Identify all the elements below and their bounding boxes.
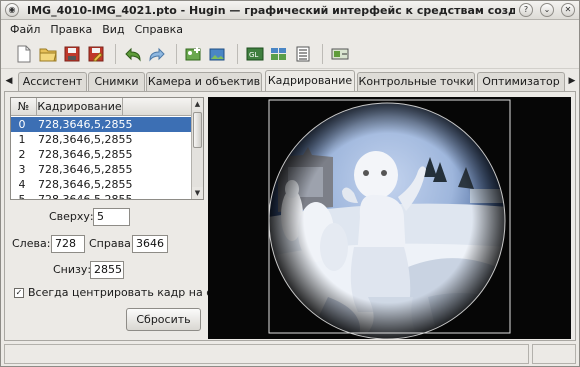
tab-images[interactable]: Снимки [88, 72, 145, 91]
list-item[interactable]: 0 728,3646,5,2855 [11, 117, 191, 132]
menu-file[interactable]: Файл [5, 23, 45, 36]
status-pane-main [4, 344, 529, 364]
checkmark-icon: ✓ [15, 288, 23, 297]
redo-button[interactable] [146, 43, 168, 65]
stitch-icon [331, 48, 349, 59]
column-crop-header[interactable]: Кадрирование [37, 98, 123, 116]
undo-icon [125, 47, 141, 62]
toolbar-separator [322, 43, 323, 64]
scroll-thumb[interactable] [193, 112, 202, 148]
title-bar: ◉ IMG_4010-IMG_4021.pto - Hugin — графич… [1, 1, 579, 20]
minimize-icon[interactable]: ⌄ [540, 3, 554, 17]
image-number: 3 [18, 163, 26, 176]
column-number-header[interactable]: № [11, 98, 37, 116]
crop-value: 728,3646,5,2855 [38, 133, 133, 146]
center-crop-checkbox[interactable]: ✓ [14, 288, 24, 298]
open-folder-icon [39, 48, 57, 61]
list-item[interactable]: 3 728,3646,5,2855 [11, 162, 191, 177]
menu-edit[interactable]: Правка [45, 23, 97, 36]
tab-crop[interactable]: Кадрирование [265, 70, 355, 91]
save-button[interactable] [61, 43, 83, 65]
bottom-label: Снизу: [53, 263, 92, 276]
tab-control-points[interactable]: Контрольные точки [357, 72, 475, 91]
crop-value: 728,3646,5,2855 [38, 178, 133, 191]
right-label: Справа: [89, 237, 135, 250]
fisheye-photo [208, 97, 571, 339]
reset-crop-button[interactable]: Сбросить [126, 308, 201, 331]
crop-image-list[interactable]: № Кадрирование 0 728,3646,5,2855 1 728,3646… [10, 97, 204, 200]
optimize-icon: GL [246, 47, 264, 60]
preview-button[interactable] [268, 43, 290, 65]
crop-value: 728,3646,5,2855 [38, 118, 133, 131]
scroll-down-icon[interactable]: ▼ [192, 187, 203, 199]
toolbar-separator [176, 43, 177, 64]
open-project-button[interactable] [37, 43, 59, 65]
image-number: 1 [18, 133, 26, 146]
list-item[interactable]: 1 728,3646,5,2855 [11, 132, 191, 147]
list-header: № Кадрирование [11, 98, 191, 116]
crop-preview[interactable] [208, 97, 571, 339]
crop-value: 728,3646,5,2855 [38, 148, 133, 161]
image-number: 4 [18, 178, 26, 191]
status-bar [4, 344, 576, 364]
toolbar-separator [237, 43, 238, 64]
list-icon [296, 46, 310, 61]
save-as-button[interactable] [85, 43, 107, 65]
tab-optimizer[interactable]: Оптимизатор [477, 72, 565, 91]
app-window: ◉ IMG_4010-IMG_4021.pto - Hugin — графич… [0, 0, 580, 367]
stitch-button[interactable] [329, 43, 351, 65]
tab-camera-lens[interactable]: Камера и объектив [146, 72, 262, 91]
center-crop-label[interactable]: Всегда центрировать кадр на d,e [28, 285, 223, 301]
list-item[interactable]: 5 728,3646,5,2855 [11, 192, 191, 200]
svg-text:GL: GL [249, 51, 258, 59]
undo-button[interactable] [122, 43, 144, 65]
top-crop-field[interactable]: 5 [93, 208, 130, 226]
add-images-button[interactable] [183, 43, 205, 65]
right-crop-field[interactable]: 3646 [132, 235, 168, 253]
image-number: 2 [18, 148, 26, 161]
save-as-icon [88, 46, 104, 61]
image-stack-icon [209, 48, 225, 60]
list-item[interactable]: 2 728,3646,5,2855 [11, 147, 191, 162]
save-icon [64, 46, 80, 61]
tab-assistant[interactable]: Ассистент [18, 72, 87, 91]
toolbar: GL [1, 39, 579, 69]
toolbar-separator [115, 43, 116, 64]
list-item[interactable]: 4 728,3646,5,2855 [11, 177, 191, 192]
left-crop-field[interactable]: 728 [51, 235, 85, 253]
new-document-icon [17, 45, 31, 62]
image-number: 0 [18, 118, 26, 131]
close-icon[interactable]: ✕ [561, 3, 575, 17]
redo-icon [149, 47, 165, 62]
left-label: Слева: [12, 237, 51, 250]
menu-help[interactable]: Справка [130, 23, 188, 36]
image-number: 5 [18, 193, 26, 200]
menu-view[interactable]: Вид [97, 23, 129, 36]
window-menu-icon[interactable]: ◉ [5, 3, 19, 17]
list-scrollbar[interactable]: ▲ ▼ [191, 98, 203, 199]
crop-value: 728,3646,5,2855 [38, 163, 133, 176]
menu-bar: Файл Правка Вид Справка [1, 20, 579, 39]
panorama-preview-icon [271, 47, 286, 60]
tab-scroll-left-icon[interactable]: ◀ [4, 72, 14, 90]
list-button[interactable] [292, 43, 314, 65]
optimize-button[interactable]: GL [244, 43, 266, 65]
tab-bar: ◀ Ассистент Снимки Камера и объектив Кад… [1, 70, 579, 91]
window-title: IMG_4010-IMG_4021.pto - Hugin — графичес… [27, 3, 515, 17]
status-pane-right [532, 344, 576, 364]
new-project-button[interactable] [13, 43, 35, 65]
bottom-crop-field[interactable]: 2855 [90, 261, 124, 279]
scroll-up-icon[interactable]: ▲ [192, 98, 203, 110]
crop-value: 728,3646,5,2855 [38, 193, 133, 200]
add-image-icon [185, 46, 201, 60]
add-time-images-button[interactable] [207, 43, 229, 65]
help-icon[interactable]: ? [519, 3, 533, 17]
top-label: Сверху: [49, 210, 94, 223]
tab-scroll-right-icon[interactable]: ▶ [567, 72, 577, 90]
